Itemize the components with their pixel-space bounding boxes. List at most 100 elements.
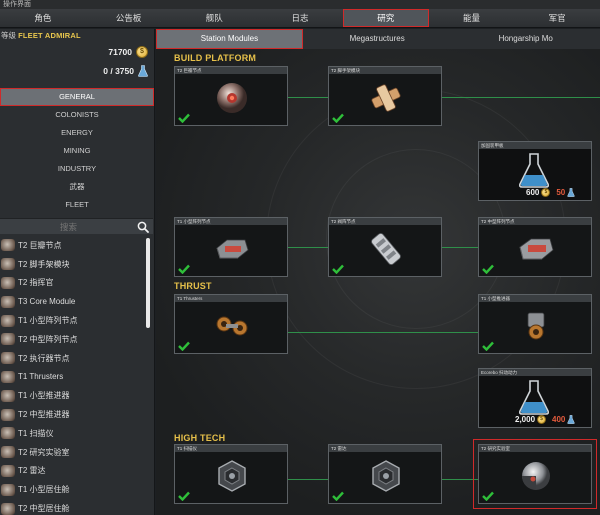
list-item[interactable]: T2 执行器节点 (0, 349, 145, 368)
section-thrust: THRUST (174, 281, 212, 291)
list-item[interactable]: T1 Thrusters (0, 368, 145, 387)
scaffold-module-icon (371, 84, 401, 112)
module-thumb-icon (1, 427, 15, 440)
connector-line (288, 247, 328, 248)
list-item[interactable]: T2 中型居住舱 (0, 499, 145, 515)
card-cost: 600 $ 50 (526, 188, 575, 197)
category-weapons[interactable]: 武器 (0, 178, 154, 196)
module-thumb-icon (1, 276, 15, 289)
list-item[interactable]: T1 小型推进器 (0, 386, 145, 405)
list-item[interactable]: T2 脚手架模块 (0, 255, 145, 274)
list-item-label: T1 Thrusters (18, 372, 64, 382)
card-caption: Ecorebo 扫动动力 (479, 369, 591, 376)
list-item-label: T3 Core Module (18, 297, 76, 307)
list-item[interactable]: T1 小型阵列节点 (0, 311, 145, 330)
card-caption: T2 巨瓣节点 (175, 67, 287, 74)
card-caption: T2 脚手架模块 (329, 67, 441, 74)
research-card[interactable]: T1 Thrusters (174, 294, 288, 354)
list-item[interactable]: T3 Core Module (0, 292, 145, 311)
connector-line (288, 479, 328, 480)
list-item[interactable]: T2 研究实验室 (0, 443, 145, 462)
research-card[interactable]: T1 扫描仪 (174, 444, 288, 504)
card-caption: T1 小型阵列节点 (175, 218, 287, 225)
list-item[interactable]: T2 中型阵列节点 (0, 330, 145, 349)
module-thumb-icon (1, 446, 15, 459)
research-card[interactable]: T1 小型阵列节点 (174, 217, 288, 277)
list-item[interactable]: T1 小型居住舱 (0, 480, 145, 499)
researched-check-icon (178, 113, 190, 123)
tab-fleet[interactable]: 舰队 (171, 9, 257, 27)
research-tree[interactable]: BUILD PLATFORM THRUST HIGH TECH T2 巨瓣节点 … (156, 49, 600, 515)
research-card[interactable]: T2 雷达 (328, 444, 442, 504)
credit-cost: 600 (526, 188, 540, 197)
tab-bulletin-board[interactable]: 公告板 (86, 9, 172, 27)
credit-cost: 2,000 (515, 415, 536, 424)
researched-check-icon (332, 113, 344, 123)
tab-research[interactable]: 研究 (342, 9, 429, 27)
small-array-node-icon (216, 239, 249, 259)
tab-energy[interactable]: 能量 (429, 9, 515, 27)
tab-officers[interactable]: 军官 (514, 9, 600, 27)
tab-character[interactable]: 角色 (0, 9, 86, 27)
research-card[interactable]: T2 阀阵节点 (328, 217, 442, 277)
tab-station-modules[interactable]: Station Modules (156, 29, 303, 49)
module-thumb-icon (1, 352, 15, 365)
researched-check-icon (482, 264, 494, 274)
search-input[interactable] (0, 221, 137, 232)
science-flask-icon (567, 415, 576, 424)
item-list-scrollbar[interactable] (146, 238, 150, 328)
researched-check-icon (482, 491, 494, 501)
science-row: 0 / 3750 (0, 61, 154, 80)
list-item[interactable]: T2 中型推进器 (0, 405, 145, 424)
module-thumb-icon (1, 408, 15, 421)
category-colonists[interactable]: COLONISTS (0, 106, 154, 124)
research-card[interactable]: T2 巨瓣节点 (174, 66, 288, 126)
science-flask-icon (519, 380, 549, 415)
research-item-list: T2 巨瓣节点 T2 脚手架模块 T2 指挥官 T3 Core Module T… (0, 236, 145, 515)
credits-coin-icon: $ (537, 415, 547, 424)
list-item[interactable]: T2 雷达 (0, 462, 145, 481)
list-item-label: T1 扫描仪 (18, 428, 54, 438)
research-card[interactable]: T2 中型阵列节点 (478, 217, 592, 277)
module-thumb-icon (1, 314, 15, 327)
list-item-label: T2 中型推进器 (18, 410, 70, 420)
thrusters-icon (216, 316, 248, 336)
tab-log[interactable]: 日志 (257, 9, 343, 27)
research-card-locked[interactable]: Ecorebo 扫动动力 2,000 $ 400 (478, 368, 592, 428)
category-energy[interactable]: ENERGY (0, 124, 154, 142)
tab-megastructures[interactable]: Megastructures (303, 29, 452, 49)
science-flask-icon (138, 64, 148, 77)
search-icon[interactable] (137, 221, 149, 233)
research-card-highlighted[interactable]: T2 研究实验室 (473, 439, 597, 509)
rank-label: FLEET ADMIRAL (18, 31, 81, 40)
category-mining[interactable]: MINING (0, 142, 154, 160)
list-item[interactable]: T1 扫描仪 (0, 424, 145, 443)
section-high-tech: HIGH TECH (174, 433, 226, 443)
connector-line (288, 332, 478, 333)
window-title: 操作界面 (0, 0, 600, 9)
radar-icon (372, 460, 400, 492)
category-list: GENERAL COLONISTS ENERGY MINING INDUSTRY… (0, 88, 154, 214)
researched-check-icon (332, 491, 344, 501)
credits-coin-icon: $ (541, 188, 551, 197)
tab-hongarship-modules[interactable]: Hongarship Mo (451, 29, 600, 49)
card-cost: 2,000 $ 400 (515, 415, 576, 424)
category-fleet[interactable]: FLEET (0, 196, 154, 214)
rank-prefix: 等级 (1, 31, 16, 40)
list-item-label: T2 指挥官 (18, 278, 54, 288)
researched-check-icon (178, 341, 190, 351)
card-caption: T2 雷达 (329, 445, 441, 452)
category-general[interactable]: GENERAL (0, 88, 154, 106)
research-card[interactable]: T1 小型推进器 (478, 294, 592, 354)
sphere-node-icon (217, 83, 247, 113)
list-item[interactable]: T2 指挥官 (0, 274, 145, 293)
category-industry[interactable]: INDUSTRY (0, 160, 154, 178)
card-caption: 加固装甲板 (479, 142, 591, 149)
list-item-label: T2 脚手架模块 (18, 259, 70, 269)
list-item-label: T1 小型推进器 (18, 391, 70, 401)
list-item-label: T2 巨瓣节点 (18, 240, 62, 250)
research-card-locked[interactable]: 加固装甲板 600 $ 50 (478, 141, 592, 201)
research-card[interactable]: T2 脚手架模块 (328, 66, 442, 126)
list-item[interactable]: T2 巨瓣节点 (0, 236, 145, 255)
card-caption: T2 阀阵节点 (329, 218, 441, 225)
